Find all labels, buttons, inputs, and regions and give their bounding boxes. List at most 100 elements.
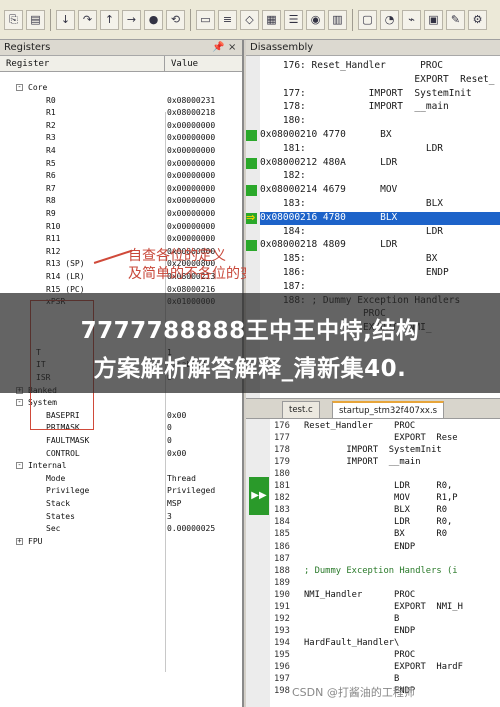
register-value[interactable]: 0x00 [167, 411, 186, 420]
col-register[interactable]: Register [0, 56, 165, 71]
serial-icon[interactable]: ▢ [358, 9, 377, 30]
breakpoint-marker[interactable] [246, 130, 257, 141]
disassembly-line[interactable]: 0x08000212 480A LDR [260, 157, 500, 170]
breakpoint-marker[interactable] [246, 240, 257, 252]
register-value[interactable]: 0x00 [167, 449, 186, 458]
register-value[interactable]: 0x08000218 [167, 108, 215, 117]
source-line[interactable]: 189 [274, 578, 500, 590]
tree-group-core[interactable]: - Core [0, 82, 240, 94]
disassembly-line[interactable]: 183: BLX [260, 198, 500, 211]
step-icon[interactable]: ↓ [56, 9, 75, 30]
editor-tab[interactable]: test.c [282, 401, 320, 418]
source-line[interactable]: 177 EXPORT Rese [274, 433, 500, 445]
source-line[interactable]: 183 BLX R0 [274, 505, 500, 517]
source-line[interactable]: 185 BX R0 [274, 529, 500, 541]
source-line[interactable]: 192 B [274, 614, 500, 626]
register-row[interactable]: R4 0x00000000 [0, 145, 240, 157]
register-value[interactable]: 0x08000231 [167, 96, 215, 105]
source-line[interactable]: 193 ENDP [274, 626, 500, 638]
disassembly-line[interactable]: 187: [260, 281, 500, 294]
register-row[interactable]: R1 0x08000218 [0, 107, 240, 119]
disassembly-line[interactable]: 0x08000214 4679 MOV [260, 184, 500, 197]
register-row[interactable]: R9 0x00000000 [0, 208, 240, 220]
disassembly-line[interactable]: 0x08000218 4809 LDR [260, 239, 500, 252]
register-value[interactable]: Privileged [167, 486, 215, 495]
disasm-icon[interactable]: ≡ [218, 9, 237, 30]
register-value[interactable]: 0x00000000 [167, 196, 215, 205]
reset-icon[interactable]: ⟲ [166, 9, 185, 30]
disassembly-line[interactable]: 0x08000216 4780 BLX [260, 211, 500, 225]
toolbox-icon[interactable]: ✎ [446, 9, 465, 30]
source-line[interactable]: 184 LDR R0, [274, 517, 500, 529]
source-line[interactable]: 176 Reset_Handler PROC [274, 421, 500, 433]
register-row[interactable]: FAULTMASK 0 [0, 435, 240, 447]
register-row[interactable]: Sec 0.00000025 [0, 523, 240, 535]
source-line[interactable]: 194 HardFault_Handler\ [274, 638, 500, 650]
step-over-icon[interactable]: ↷ [78, 9, 97, 30]
register-value[interactable]: 0.00000025 [167, 524, 215, 533]
disassembly-line[interactable]: 176: Reset_Handler PROC [260, 60, 500, 73]
register-value[interactable]: 0x00000000 [167, 171, 215, 180]
break-icon[interactable]: ● [144, 9, 163, 30]
register-row[interactable]: R6 0x00000000 [0, 170, 240, 182]
register-value[interactable]: 0x00000000 [167, 146, 215, 155]
copy-icon[interactable]: ⎘ [4, 9, 23, 30]
tree-group-internal[interactable]: - Internal [0, 460, 240, 472]
symbols-icon[interactable]: ◇ [240, 9, 259, 30]
paste-icon[interactable]: ▤ [26, 9, 45, 30]
cmd-icon[interactable]: ▭ [196, 9, 215, 30]
source-line[interactable]: 180 [274, 469, 500, 481]
register-value[interactable]: Thread [167, 474, 196, 483]
source-line[interactable]: 191 EXPORT NMI_H [274, 602, 500, 614]
system-icon[interactable]: ▣ [424, 9, 443, 30]
register-value[interactable]: 0 [167, 423, 172, 432]
disassembly-line[interactable]: 181: LDR [260, 143, 500, 156]
register-row[interactable]: Privilege Privileged [0, 485, 240, 497]
settings-icon[interactable]: ⚙ [468, 9, 487, 30]
register-value[interactable]: 0x00000000 [167, 133, 215, 142]
collapse-icon[interactable]: - [16, 84, 23, 91]
register-row[interactable]: R2 0x00000000 [0, 120, 240, 132]
editor-tab[interactable]: startup_stm32f407xx.s [332, 401, 445, 418]
register-value[interactable]: 0x00000000 [167, 159, 215, 168]
disassembly-line[interactable]: 184: LDR [260, 226, 500, 239]
source-line[interactable]: 188 ; Dummy Exception Handlers (i [274, 566, 500, 578]
register-value[interactable]: 0x00000000 [167, 222, 215, 231]
register-row[interactable]: R11 0x00000000 [0, 233, 240, 245]
register-row[interactable]: R7 0x00000000 [0, 183, 240, 195]
breakpoint-marker[interactable] [246, 157, 257, 169]
collapse-icon[interactable]: - [16, 462, 23, 470]
disassembly-line[interactable]: 186: ENDP [260, 267, 500, 280]
register-value[interactable]: 0x00000000 [167, 121, 215, 130]
disassembly-line[interactable]: EXPORT Reset_ [260, 74, 500, 87]
source-line[interactable]: 187 [274, 554, 500, 566]
register-row[interactable]: Stack MSP [0, 498, 240, 510]
trace-icon[interactable]: ⌁ [402, 9, 421, 30]
register-row[interactable]: R8 0x00000000 [0, 195, 240, 207]
memory-icon[interactable]: ▥ [328, 9, 347, 30]
disassembly-line[interactable]: 182: [260, 170, 500, 183]
source-line[interactable]: 178 IMPORT SystemInit [274, 445, 500, 457]
collapse-icon[interactable]: - [16, 399, 23, 407]
register-value[interactable]: 0x00000000 [167, 184, 215, 193]
disassembly-line[interactable]: 0x08000210 4770 BX [260, 129, 500, 142]
source-line[interactable]: 195 PROC [274, 650, 500, 662]
expand-icon[interactable]: + [16, 537, 23, 545]
analysis-icon[interactable]: ◔ [380, 9, 399, 30]
register-value[interactable]: 0 [167, 436, 172, 445]
source-line[interactable]: 190 NMI_Handler PROC [274, 590, 500, 602]
register-value[interactable]: 0x00000000 [167, 209, 215, 218]
disassembly-line[interactable]: 178: IMPORT __main [260, 101, 500, 114]
source-line[interactable]: 196 EXPORT HardF [274, 662, 500, 674]
source-line[interactable]: 182 MOV R1,P [274, 493, 500, 505]
register-row[interactable]: States 3 [0, 511, 240, 523]
callstack-icon[interactable]: ☰ [284, 9, 303, 30]
col-value[interactable]: Value [165, 56, 204, 71]
step-out-icon[interactable]: ↑ [100, 9, 119, 30]
registers-icon[interactable]: ▦ [262, 9, 281, 30]
register-row[interactable]: R10 0x00000000 [0, 221, 240, 233]
disassembly-line[interactable]: 177: IMPORT SystemInit [260, 88, 500, 101]
register-row[interactable]: CONTROL 0x00 [0, 448, 240, 460]
disassembly-line[interactable]: 180: [260, 115, 500, 128]
breakpoint-marker[interactable] [246, 185, 257, 197]
